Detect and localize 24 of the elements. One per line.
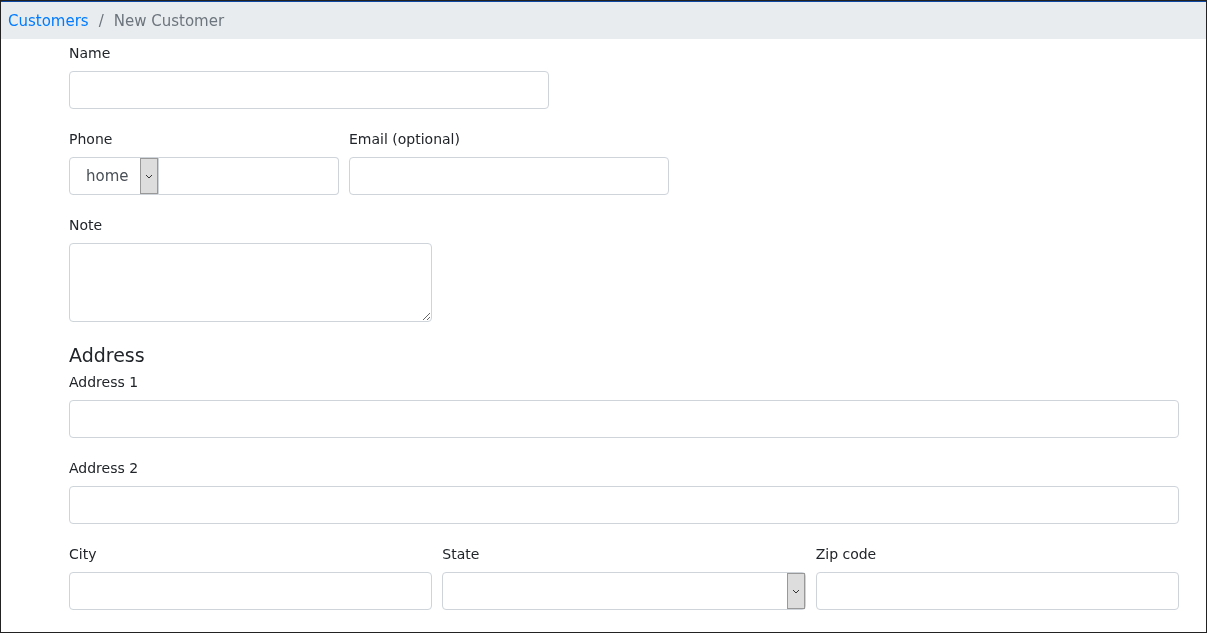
field-label: Name	[69, 45, 112, 62]
section-heading: Address	[69, 344, 146, 366]
chevron-down-icon	[791, 588, 800, 594]
phone-input-field[interactable]	[159, 157, 339, 195]
field-label: City	[69, 546, 98, 563]
field-label: Zip code	[815, 546, 878, 563]
field-label: Address 2	[69, 460, 140, 477]
input-field[interactable]	[69, 572, 433, 610]
state-select[interactable]	[442, 572, 806, 610]
phone-type-select[interactable]: home	[69, 157, 159, 195]
chevron-down-icon	[145, 173, 153, 179]
field-label: Phone	[69, 131, 114, 148]
input-field[interactable]	[69, 400, 1179, 438]
breadcrumb-current: New Customer	[113, 11, 225, 30]
field-label: Email (optional)	[349, 131, 461, 148]
field-label: State	[442, 546, 481, 563]
input-field[interactable]	[815, 572, 1179, 610]
input-field[interactable]	[69, 71, 549, 109]
input-field[interactable]	[349, 157, 669, 195]
breadcrumb-separator: /	[98, 11, 104, 30]
field-label: Note	[69, 217, 104, 234]
field-label: Address 1	[69, 374, 140, 391]
input-field[interactable]	[69, 486, 1179, 524]
note-textarea[interactable]	[69, 243, 432, 322]
